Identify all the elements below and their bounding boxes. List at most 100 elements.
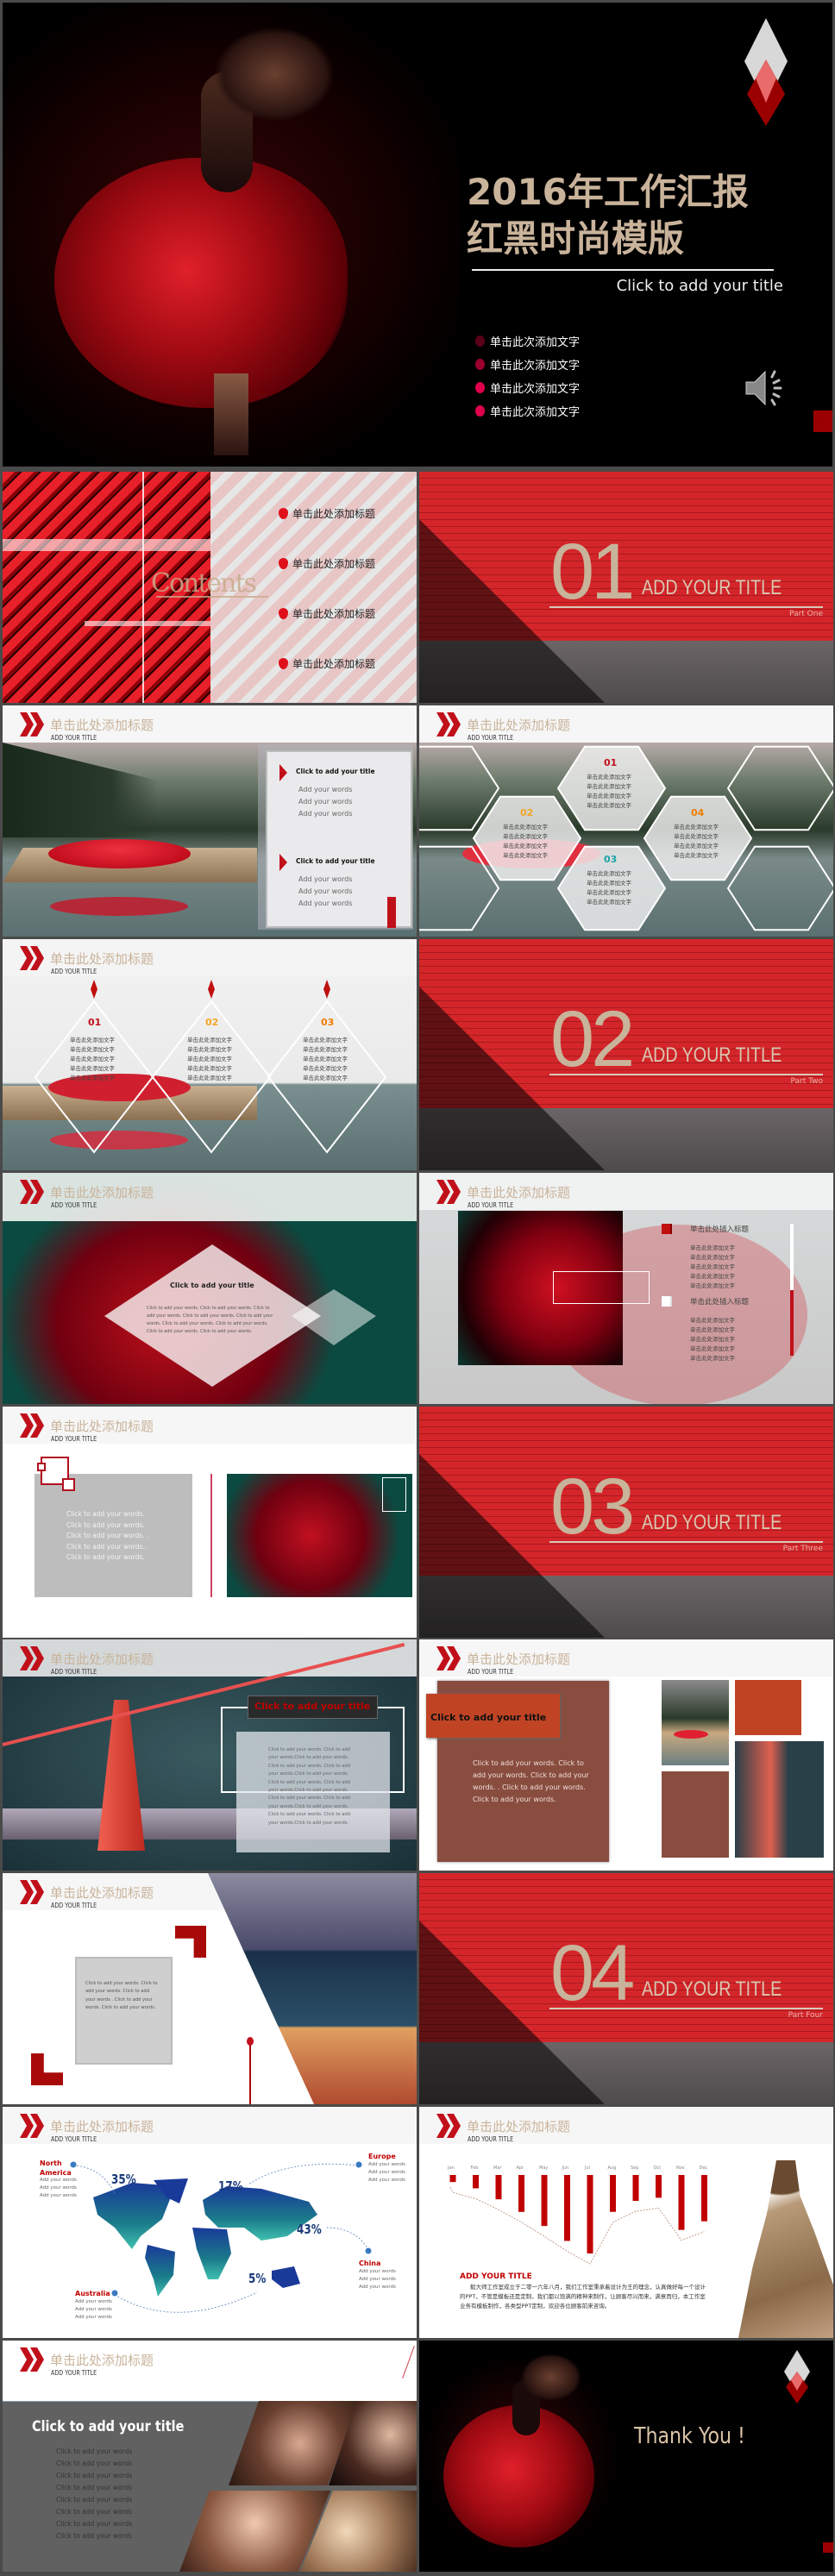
slide-title[interactable]: 单击此处添加标题: [467, 716, 570, 734]
slide-subtitle[interactable]: ADD YOUR TITLE: [51, 2135, 97, 2143]
cover-bullet-text[interactable]: 单击此次添加文字: [490, 403, 580, 419]
white-frame: [382, 1477, 406, 1512]
cover-subtitle[interactable]: Click to add your title: [617, 277, 783, 295]
section-slide-03[interactable]: 03 ADD YOUR TITLE Part Three: [419, 1407, 833, 1638]
slide-subtitle[interactable]: ADD YOUR TITLE: [51, 1435, 97, 1443]
month-label: Apr: [516, 2165, 524, 2171]
portrait-title[interactable]: Click to add your title: [32, 2418, 184, 2435]
bridge-title[interactable]: Click to add your title: [254, 1701, 370, 1712]
progress-fill: [790, 1289, 794, 1356]
region-line: Add your words: [368, 2178, 405, 2183]
section-divider: [549, 1074, 823, 1075]
orange-tile: [735, 1680, 801, 1735]
brown-title[interactable]: Click to add your title: [430, 1712, 546, 1723]
slide-title[interactable]: 单击此处添加标题: [50, 950, 154, 968]
section-divider: [549, 2008, 823, 2009]
lake-thumb: [662, 1680, 729, 1765]
dancer-legs: [214, 373, 248, 455]
hexagon-number: 03: [604, 854, 618, 865]
map-slide[interactable]: North America Add your words Add your word…: [3, 2107, 417, 2338]
slide-subtitle[interactable]: ADD YOUR TITLE: [51, 2369, 97, 2377]
gray-box-slide[interactable]: Click to add your words. Click to add you…: [3, 1407, 417, 1638]
block-title[interactable]: Click to add your title: [296, 857, 375, 865]
list-title[interactable]: 单击此处插入标题: [690, 1296, 749, 1307]
slide-subtitle[interactable]: ADD YOUR TITLE: [51, 734, 97, 742]
cover-bullet-text[interactable]: 单击此次添加文字: [490, 379, 580, 396]
diamond-slide[interactable]: 01 单击此处添加文字 单击此处添加文字 单击此处添加文字 单击此处添加文字 单击此处添加…: [3, 939, 417, 1170]
chart-bar-jan: [449, 2175, 456, 2183]
section-number: 02: [550, 995, 635, 1083]
section-slide-02[interactable]: 02 ADD YOUR TITLE Part Two: [419, 939, 833, 1170]
chart-bar-aug: [610, 2175, 616, 2212]
slide-title[interactable]: 单击此处添加标题: [50, 2351, 154, 2369]
list-title[interactable]: 单击此处插入标题: [690, 1224, 749, 1234]
rose-diamond-slide[interactable]: Click to add your title Click to add you…: [3, 1173, 417, 1404]
contents-item[interactable]: 单击此处添加标题: [292, 656, 375, 671]
gray-line: Click to add your words. .: [66, 1532, 149, 1539]
block-line: Add your words: [298, 786, 353, 793]
slide-subtitle[interactable]: ADD YOUR TITLE: [51, 1201, 97, 1209]
dancer-hair: [214, 27, 335, 122]
hexagon: [726, 745, 833, 831]
chevron-icon: [436, 2114, 462, 2138]
section-part-label: Part One: [789, 610, 823, 618]
region-line: Add your words: [359, 2277, 396, 2282]
section-title[interactable]: ADD YOUR TITLE: [642, 576, 782, 600]
section-title[interactable]: ADD YOUR TITLE: [642, 1977, 782, 2002]
brown-line: add your words. Click to add your: [473, 1771, 589, 1779]
region-name: North America: [40, 2159, 72, 2177]
city-slide[interactable]: Click to add your words. Click to add you…: [3, 1873, 417, 2104]
cover-slide[interactable]: 2016年工作汇报 红黑时尚模版 Click to add your title…: [3, 3, 832, 467]
diamond-line: 单击此处添加文字: [303, 1056, 348, 1062]
slide-title[interactable]: 单击此处添加标题: [50, 1183, 154, 1201]
south-america: [145, 2245, 175, 2297]
diamond-title[interactable]: Click to add your title: [170, 1282, 254, 1289]
slide-title[interactable]: 单击此处添加标题: [50, 1650, 154, 1668]
red-canoe: [48, 839, 191, 868]
slide-title[interactable]: 单击此处添加标题: [467, 1183, 570, 1201]
slide-subtitle[interactable]: ADD YOUR TITLE: [468, 2135, 513, 2143]
portrait-slide[interactable]: Click to add your title Click to add you…: [3, 2341, 417, 2572]
slide-title[interactable]: 单击此处添加标题: [50, 716, 154, 734]
slide-subtitle[interactable]: ADD YOUR TITLE: [51, 1902, 97, 1909]
section-title[interactable]: ADD YOUR TITLE: [642, 1044, 782, 1068]
white-square-icon: [662, 1296, 672, 1307]
hexagon-line: 单击此处添加文字: [587, 774, 631, 780]
hexagon-slide[interactable]: 01 单击此处添加文字 单击此处添加文字 单击此处添加文字 单击此处添加文字 02 单击此处…: [419, 705, 833, 937]
slide-subtitle[interactable]: ADD YOUR TITLE: [51, 968, 97, 975]
chart-bar-feb: [473, 2175, 479, 2189]
contents-item[interactable]: 单击此处添加标题: [292, 556, 375, 571]
hexagon-line: 单击此处添加文字: [674, 833, 719, 840]
block-line: Add your words: [298, 810, 353, 818]
slide-title[interactable]: 单击此处添加标题: [467, 2117, 570, 2135]
diamond-line: 单击此处添加文字: [70, 1065, 115, 1072]
slide-subtitle[interactable]: ADD YOUR TITLE: [468, 1668, 513, 1676]
block-title[interactable]: Click to add your title: [296, 768, 375, 775]
hexagon-number: 01: [604, 757, 618, 768]
slide-title[interactable]: 单击此处添加标题: [50, 1883, 154, 1902]
bridge-slide[interactable]: Click to add your title Click to add you…: [3, 1639, 417, 1871]
thank-you-slide[interactable]: Thank You !: [419, 2341, 833, 2572]
slide-title[interactable]: 单击此处添加标题: [50, 1417, 154, 1435]
brown-panel-slide[interactable]: Click to add your title Click to add you…: [419, 1639, 833, 1871]
chart-slide[interactable]: ADD YOUR TITLE 毅大师工作室成立于二零一六年八月，我们工作室秉承着…: [419, 2107, 833, 2338]
section-slide-04[interactable]: 04 ADD YOUR TITLE Part Four: [419, 1873, 833, 2104]
month-label: Jul: [585, 2165, 591, 2171]
slide-title[interactable]: 单击此处添加标题: [467, 1650, 570, 1668]
slide-subtitle[interactable]: ADD YOUR TITLE: [468, 734, 513, 742]
section-slide-01[interactable]: 01 ADD YOUR TITLE Part One: [419, 472, 833, 703]
speaker-icon[interactable]: [743, 368, 786, 408]
bridge-line: Click to add your words. Click to add: [268, 1779, 350, 1785]
trend-curve: [449, 2186, 705, 2265]
rose-list-slide[interactable]: 单击此处插入标题 单击此处添加文字 单击此处添加文字 单击此处添加文字 单击此处添加文字…: [419, 1173, 833, 1404]
cover-bullet-text[interactable]: 单击此次添加文字: [490, 356, 580, 373]
contents-slide[interactable]: Contents 单击此处添加标题 单击此处添加标题 单击此处添加标题 单击此处添加标…: [3, 472, 417, 703]
section-title[interactable]: ADD YOUR TITLE: [642, 1511, 782, 1535]
cover-bullet-text[interactable]: 单击此次添加文字: [490, 333, 580, 349]
slide-subtitle[interactable]: ADD YOUR TITLE: [468, 1201, 513, 1209]
slide-subtitle[interactable]: ADD YOUR TITLE: [51, 1668, 97, 1676]
contents-item[interactable]: 单击此处添加标题: [292, 606, 375, 621]
lake-panel-slide[interactable]: Click to add your title Add your words Add…: [3, 705, 417, 937]
slide-title[interactable]: 单击此处添加标题: [50, 2117, 154, 2135]
contents-item[interactable]: 单击此处添加标题: [292, 506, 375, 521]
